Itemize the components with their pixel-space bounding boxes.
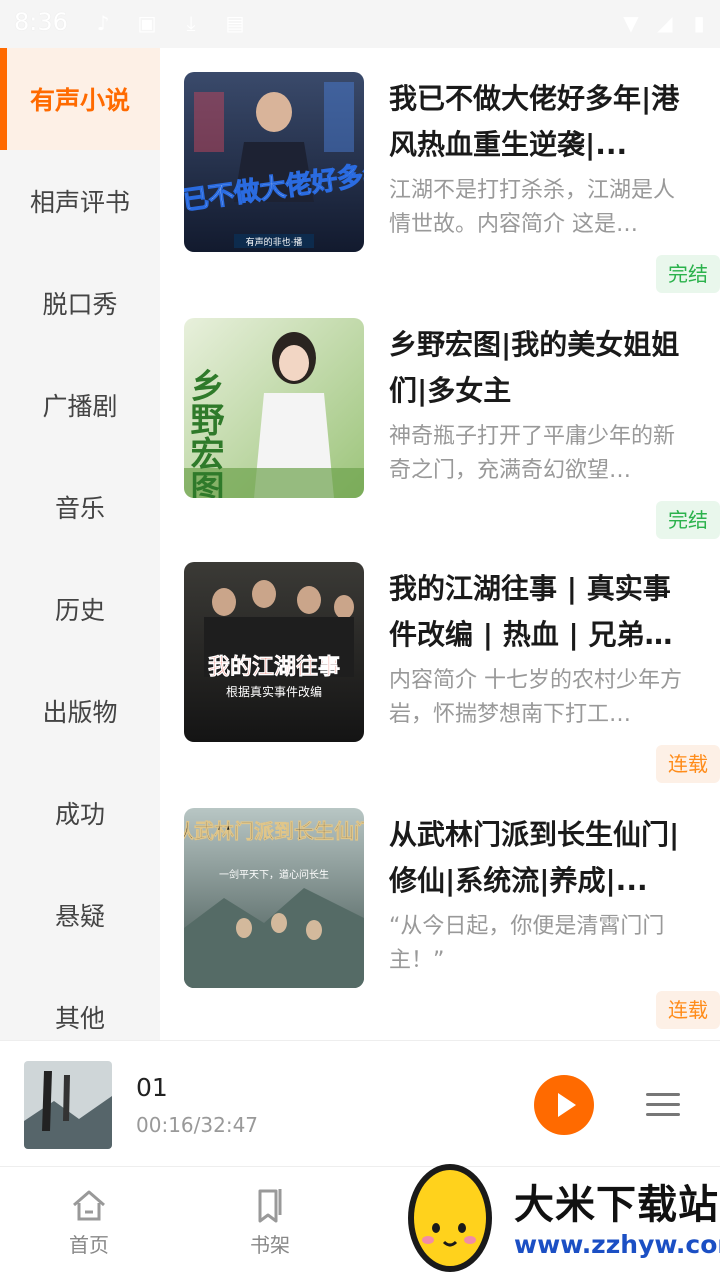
book-item[interactable]: 我的江湖往事 根据真实事件改编 我的江湖往事 | 真实事件改编 | 热血 | 兄… xyxy=(184,562,720,792)
category-item-radio-drama[interactable]: 广播剧 xyxy=(0,354,160,456)
cover-subtitle-1: 有声的非也·播 xyxy=(246,236,303,248)
book-item[interactable]: 从武林门派到长生仙门 一剑平天下，道心问长生 从武林门派到长生仙门|修仙|系统流… xyxy=(184,808,720,1038)
player-track-title: 01 xyxy=(136,1073,168,1102)
book-description: 神奇瓶子打开了平庸少年的新奇之门，充满奇幻欲望… xyxy=(389,424,676,483)
status-time: 8:36 xyxy=(14,8,68,36)
cover-title-4: 从武林门派到长生仙门 xyxy=(184,819,364,843)
category-item-music[interactable]: 音乐 xyxy=(0,456,160,558)
status-badge: 完结 xyxy=(656,501,720,539)
category-item-history[interactable]: 历史 xyxy=(0,558,160,660)
category-label: 有声小说 xyxy=(29,86,130,115)
category-item-publication[interactable]: 出版物 xyxy=(0,660,160,762)
book-title[interactable]: 乡野宏图|我的美女姐姐们|多女主 xyxy=(389,322,694,414)
bookmark-icon xyxy=(258,1189,282,1223)
tab-home[interactable]: 首页 xyxy=(44,1185,134,1258)
player-cover[interactable] xyxy=(24,1061,112,1149)
status-badge: 连载 xyxy=(656,745,720,783)
music-note-icon: ♪ xyxy=(96,11,110,35)
image-icon: ▣ xyxy=(137,11,157,35)
category-item-success[interactable]: 成功 xyxy=(0,762,160,864)
book-description: 内容简介 十七岁的农村少年方岩，怀揣梦想南下打工… xyxy=(389,668,682,727)
category-label: 相声评书 xyxy=(29,188,130,217)
playlist-menu-icon[interactable] xyxy=(646,1091,680,1119)
status-bar: 8:36 ♪ ▣ ⤓ ▤ ▼ ◢ ▮ xyxy=(0,0,720,48)
cover-subtitle-3: 根据真实事件改编 xyxy=(226,684,322,699)
book-description: 江湖不是打打杀杀，江湖是人情世故。内容简介 这是… xyxy=(389,178,676,237)
category-item-crosstalk[interactable]: 相声评书 xyxy=(0,150,160,252)
category-label: 其他 xyxy=(54,1004,105,1033)
status-badge: 完结 xyxy=(656,255,720,293)
book-list: 我已不做大佬好多年 有声的非也·播 我已不做大佬好多年|港风热血重生逆袭|...… xyxy=(160,48,720,1040)
watermark: 大米下载站 www.zzhyw.com xyxy=(396,1150,720,1280)
battery-icon: ▮ xyxy=(693,11,705,35)
book-title[interactable]: 我的江湖往事 | 真实事件改编 | 热血 | 兄弟… xyxy=(389,566,694,658)
watermark-name: 大米下载站 xyxy=(514,1182,719,1228)
category-item-mystery[interactable]: 悬疑 xyxy=(0,864,160,966)
tab-label: 首页 xyxy=(69,1233,109,1257)
watermark-logo xyxy=(408,1164,492,1272)
category-label: 成功 xyxy=(54,800,105,829)
category-label: 历史 xyxy=(54,596,105,625)
home-icon xyxy=(73,1190,105,1221)
book-title[interactable]: 从武林门派到长生仙门|修仙|系统流|养成|... xyxy=(389,812,694,904)
category-item-audio-novel[interactable]: 有声小说 xyxy=(0,48,160,150)
book-cover[interactable]: 从武林门派到长生仙门 一剑平天下，道心问长生 xyxy=(184,808,364,988)
book-title[interactable]: 我已不做大佬好多年|港风热血重生逆袭|... xyxy=(389,76,694,168)
category-label: 广播剧 xyxy=(42,392,118,421)
tab-label: 书架 xyxy=(250,1233,290,1257)
download-icon: ⤓ xyxy=(186,11,196,35)
cover-title-3: 我的江湖往事 xyxy=(208,654,340,680)
book-cover[interactable]: 我的江湖往事 根据真实事件改编 xyxy=(184,562,364,742)
category-label: 音乐 xyxy=(54,494,105,523)
category-label: 脱口秀 xyxy=(42,290,118,319)
book-item[interactable]: 我已不做大佬好多年 有声的非也·播 我已不做大佬好多年|港风热血重生逆袭|...… xyxy=(184,72,720,302)
book-item[interactable]: 乡野宏图 乡野宏图|我的美女姐姐们|多女主 神奇瓶子打开了平庸少年的新奇之门，充… xyxy=(184,318,720,548)
cover-subtitle-4: 一剑平天下，道心问长生 xyxy=(219,868,329,881)
signal-icon: ◢ xyxy=(657,11,673,35)
category-label: 悬疑 xyxy=(54,902,105,931)
category-sidebar: 有声小说 相声评书 脱口秀 广播剧 音乐 历史 出版物 成功 悬疑 其他 xyxy=(0,48,160,1040)
player-progress-time: 00:16/32:47 xyxy=(136,1113,259,1137)
category-item-talkshow[interactable]: 脱口秀 xyxy=(0,252,160,354)
book-description: “从今日起，你便是清霄门门主！” xyxy=(389,914,665,973)
mini-player[interactable]: 01 00:16/32:47 xyxy=(0,1040,720,1166)
watermark-url: www.zzhyw.com xyxy=(514,1230,720,1259)
play-button[interactable] xyxy=(534,1075,594,1135)
book-cover[interactable]: 乡野宏图 xyxy=(184,318,364,498)
book-cover[interactable]: 我已不做大佬好多年 有声的非也·播 xyxy=(184,72,364,252)
category-label: 出版物 xyxy=(42,698,118,727)
sim-icon: ▤ xyxy=(225,11,245,35)
cover-title-2: 乡野宏图 xyxy=(184,368,224,498)
status-badge: 连载 xyxy=(656,991,720,1029)
tab-bookshelf[interactable]: 书架 xyxy=(225,1185,315,1258)
wifi-icon: ▼ xyxy=(623,11,639,35)
